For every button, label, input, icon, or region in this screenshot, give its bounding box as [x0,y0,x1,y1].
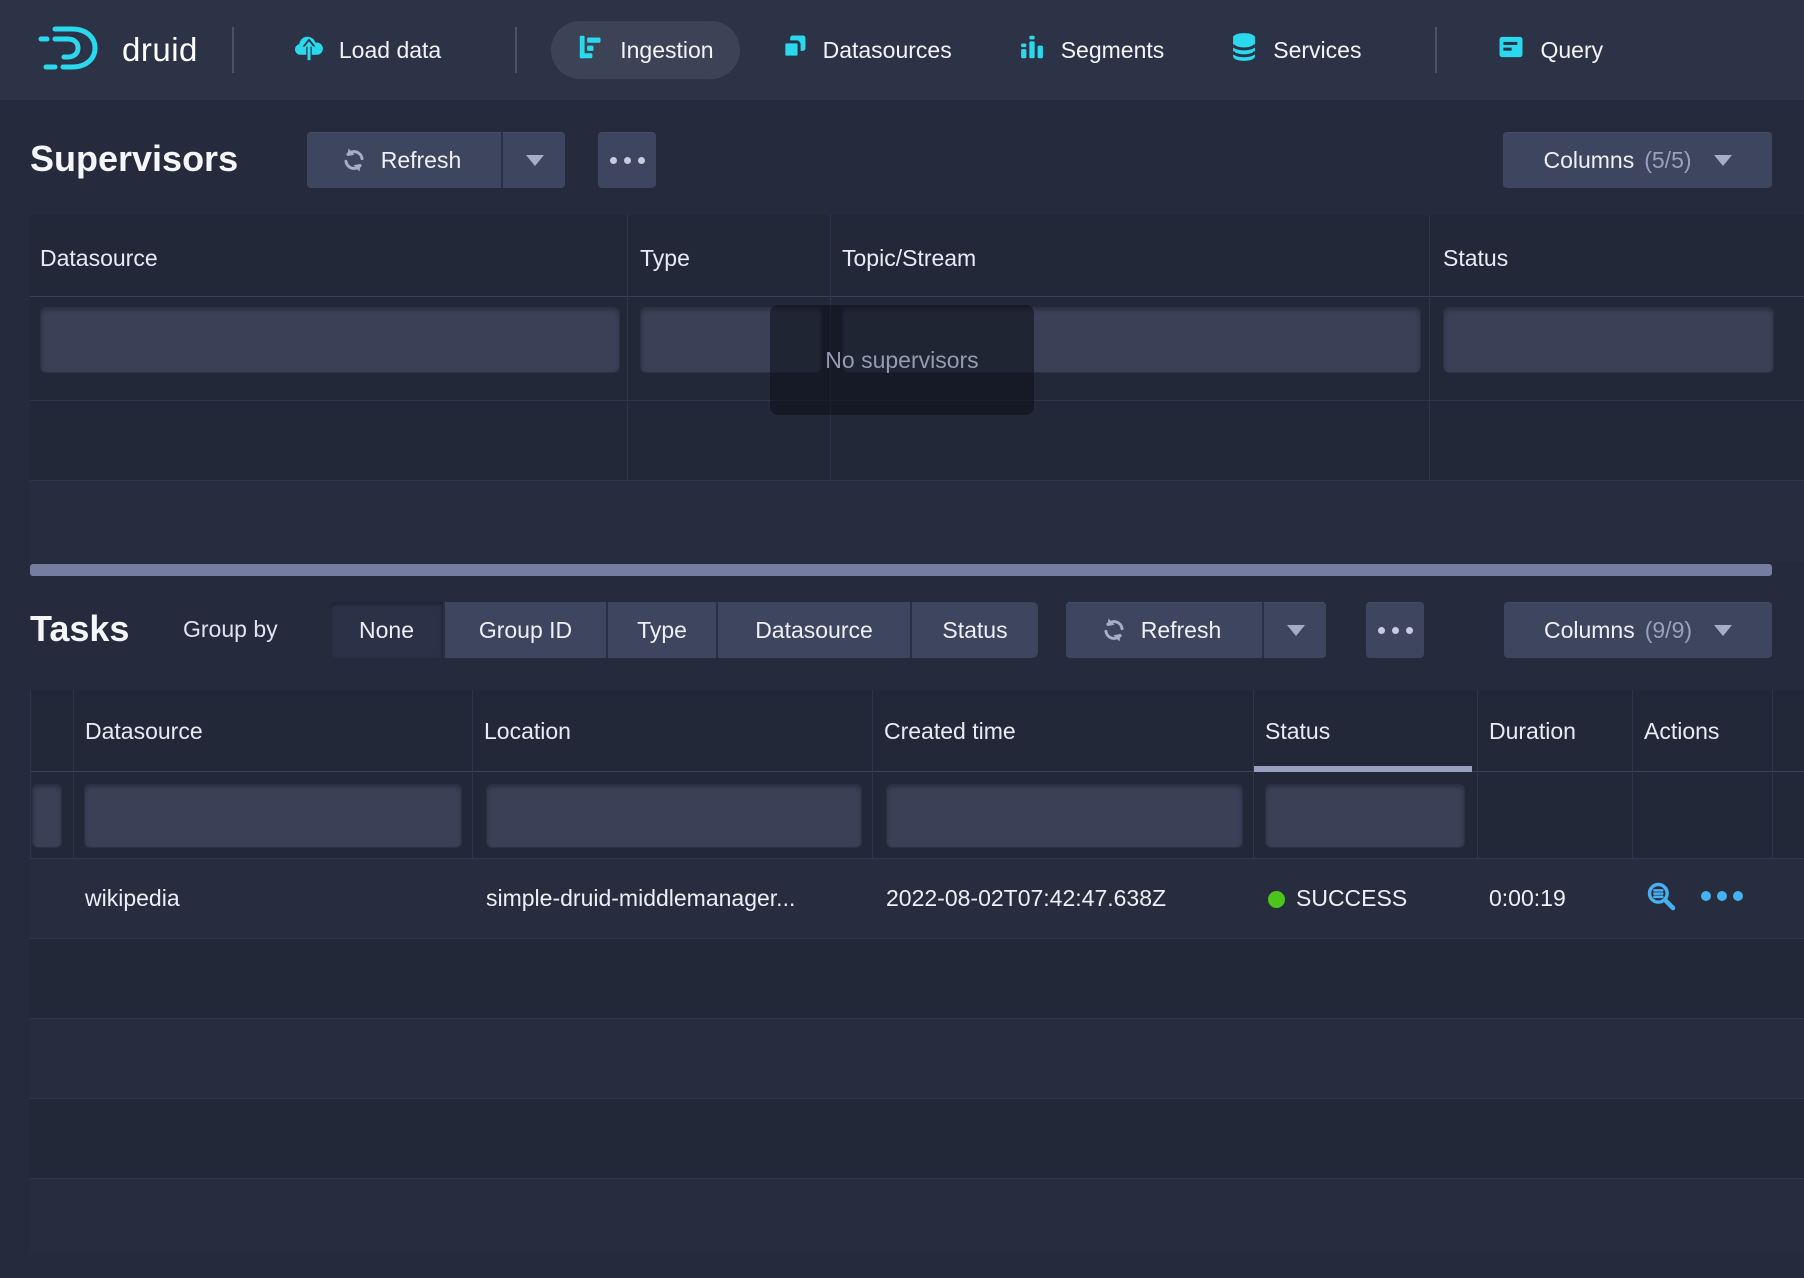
supervisors-columns-button[interactable]: Columns (5/5) [1503,132,1772,188]
split-divider [501,132,503,188]
nav-item-label: Datasources [823,37,952,64]
nav-separator [1435,27,1437,73]
empty-row [30,1099,1804,1178]
columns-label: Columns [1544,617,1635,644]
column-header-type[interactable]: Type [640,245,690,272]
group-by-type-button[interactable]: Type [608,602,718,658]
top-navbar: druid Load data [0,0,1804,100]
empty-state-message: No supervisors [770,305,1034,415]
nav-separator [232,27,234,73]
column-header-datasource[interactable]: Datasource [40,245,158,272]
nav-item-segments[interactable]: Segments [992,21,1191,79]
task-details-icon[interactable] [1645,880,1677,912]
horizontal-scrollbar[interactable] [30,564,1772,576]
ingestion-icon [577,33,605,67]
created-time-filter-input[interactable] [886,784,1243,848]
group-by-button-group: None Group ID Type Datasource Status [330,602,1038,658]
nav-item-load-data[interactable]: Load data [268,21,467,79]
chevron-down-icon[interactable] [526,155,544,166]
datasource-filter-input[interactable] [40,307,620,373]
task-actions-menu-icon[interactable] [1699,889,1745,903]
cell-status[interactable]: SUCCESS [1268,885,1407,912]
nav-item-label: Query [1540,37,1603,64]
nav-item-label: Load data [339,37,441,64]
nav-item-services[interactable]: Services [1204,21,1387,79]
segments-icon [1018,33,1046,67]
nav-item-label: Ingestion [620,37,713,64]
query-icon [1497,33,1525,67]
supervisors-title: Supervisors [30,138,238,180]
refresh-icon [1101,617,1127,643]
nav-item-datasources[interactable]: Datasources [754,21,978,79]
cell-actions [1645,880,1745,912]
druid-logo-icon [38,23,108,78]
druid-logo[interactable]: druid [38,23,198,78]
group-by-label: Group by [183,616,278,643]
cloud-upload-icon [294,32,324,68]
location-filter-input[interactable] [486,784,862,848]
column-header-topic-stream[interactable]: Topic/Stream [842,245,976,272]
status-filter-input[interactable] [1443,307,1774,373]
cell-created-time[interactable]: 2022-08-02T07:42:47.638Z [886,885,1166,912]
supervisors-more-button[interactable] [598,132,656,188]
nav-item-query[interactable]: Query [1471,21,1629,79]
tasks-refresh-button[interactable]: Refresh [1066,602,1326,658]
split-divider [1262,602,1264,658]
refresh-icon [341,147,367,173]
columns-count: (9/9) [1645,617,1692,644]
nav-separator [515,27,517,73]
brand-name: druid [122,31,198,69]
success-status-icon [1268,891,1285,908]
column-header-status[interactable]: Status [1265,718,1330,745]
hidden-column-filter-input[interactable] [32,784,62,848]
columns-count: (5/5) [1644,147,1691,174]
header-underline [30,771,1804,772]
services-icon [1230,32,1258,68]
refresh-label: Refresh [381,147,462,174]
group-by-none-button[interactable]: None [330,602,445,658]
column-header-actions[interactable]: Actions [1644,718,1719,745]
datasource-filter-input[interactable] [84,784,462,848]
datasources-icon [780,33,808,67]
column-header-datasource[interactable]: Datasource [85,718,203,745]
empty-state-text: No supervisors [825,347,978,374]
status-filter-input[interactable] [1265,784,1465,848]
chevron-down-icon[interactable] [1287,625,1305,636]
group-by-group-id-button[interactable]: Group ID [445,602,608,658]
cell-duration[interactable]: 0:00:19 [1489,885,1566,912]
refresh-label: Refresh [1141,617,1222,644]
nav-item-label: Services [1273,37,1361,64]
chevron-down-icon [1714,625,1732,636]
status-text: SUCCESS [1296,885,1407,911]
columns-label: Columns [1543,147,1634,174]
header-underline [30,296,1804,297]
column-header-status[interactable]: Status [1443,245,1508,272]
more-icon [610,157,645,164]
group-by-status-button[interactable]: Status [912,602,1038,658]
tasks-more-button[interactable] [1366,602,1424,658]
row-divider [30,480,1804,481]
chevron-down-icon [1714,155,1732,166]
nav-item-label: Segments [1061,37,1165,64]
column-header-created-time[interactable]: Created time [884,718,1016,745]
empty-row [30,481,1804,562]
tasks-title: Tasks [30,608,129,650]
druid-console: druid Load data [0,0,1804,1278]
sort-indicator [1253,766,1472,772]
cell-datasource[interactable]: wikipedia [85,885,180,912]
tasks-columns-button[interactable]: Columns (9/9) [1504,602,1772,658]
column-header-location[interactable]: Location [484,718,571,745]
empty-row [30,1179,1804,1252]
cell-location[interactable]: simple-druid-middlemanager... [486,885,795,912]
group-by-datasource-button[interactable]: Datasource [718,602,912,658]
empty-row [30,1019,1804,1098]
nav-item-ingestion[interactable]: Ingestion [551,21,739,79]
empty-row [30,939,1804,1018]
supervisors-refresh-button[interactable]: Refresh [307,132,565,188]
more-icon [1378,627,1413,634]
column-header-duration[interactable]: Duration [1489,718,1576,745]
